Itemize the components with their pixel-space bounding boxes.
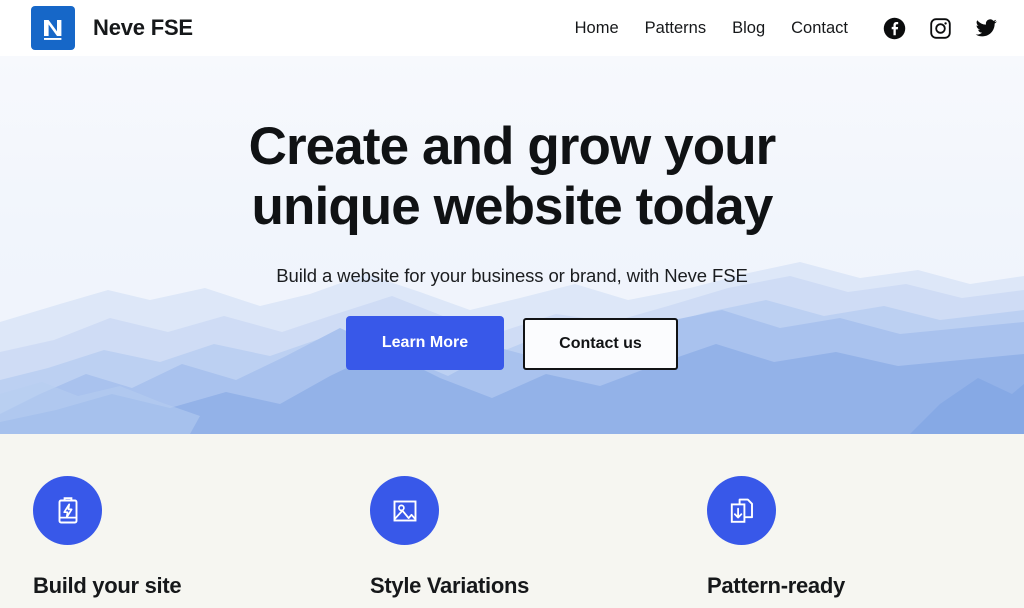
features-section: Build your site Style Variations Pattern… [0,434,1024,608]
page-root: Neve FSE Home Patterns Blog Contact Crea… [0,0,1024,608]
nav-link-home[interactable]: Home [575,20,619,37]
neve-logo-icon [31,6,75,50]
hero-title: Create and grow your unique website toda… [248,117,777,236]
social-links [882,16,998,40]
brand-logo-link[interactable]: Neve FSE [31,6,193,50]
main-navigation: Home Patterns Blog Contact [575,20,848,37]
documents-download-icon [707,476,776,545]
feature-pattern-ready: Pattern-ready [707,476,1024,599]
facebook-icon[interactable] [882,16,906,40]
image-photo-icon [370,476,439,545]
site-header: Neve FSE Home Patterns Blog Contact [0,0,1024,56]
instagram-icon[interactable] [928,16,952,40]
feature-style-variations: Style Variations [370,476,707,599]
feature-title: Style Variations [370,573,530,598]
nav-link-patterns[interactable]: Patterns [645,20,706,37]
nav-link-contact[interactable]: Contact [791,20,848,37]
hero-section: Create and grow your unique website toda… [0,56,1024,434]
nav-link-blog[interactable]: Blog [732,20,765,37]
features-grid: Build your site Style Variations Pattern… [0,476,1024,599]
battery-lightning-icon [33,476,102,545]
hero-content: Create and grow your unique website toda… [0,56,1024,434]
hero-subtitle: Build a website for your business or bra… [276,264,748,286]
feature-title: Build your site [33,573,182,598]
feature-build-your-site: Build your site [33,476,370,599]
brand-name: Neve FSE [93,15,193,40]
feature-title: Pattern-ready [707,573,845,598]
learn-more-button[interactable]: Learn More [346,315,504,370]
contact-us-button[interactable]: Contact us [523,317,678,370]
twitter-icon[interactable] [974,16,998,40]
hero-buttons: Learn More Contact us [346,315,678,370]
